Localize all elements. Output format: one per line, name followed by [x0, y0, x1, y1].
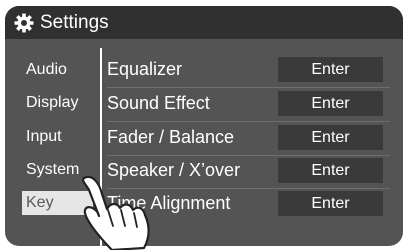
row-divider	[107, 155, 390, 156]
row-divider	[107, 121, 390, 122]
gear-icon	[14, 13, 34, 33]
row-label-fader-balance: Fader / Balance	[107, 127, 235, 147]
row-label-equalizer: Equalizer	[107, 59, 183, 79]
speaker-xover-enter-button[interactable]: Enter	[278, 158, 383, 183]
sidebar-item-label: Input	[26, 128, 62, 145]
sidebar-item-label: Display	[26, 94, 79, 111]
row-divider	[107, 87, 390, 88]
sound-effect-enter-button[interactable]: Enter	[278, 91, 383, 116]
sidebar-item-label: Audio	[26, 61, 67, 78]
time-alignment-enter-button[interactable]: Enter	[278, 191, 383, 216]
sidebar-item-audio[interactable]: Audio	[22, 58, 101, 82]
page-title: Settings	[40, 12, 109, 33]
fader-balance-enter-button[interactable]: Enter	[278, 125, 383, 150]
pointing-hand-icon	[82, 175, 150, 250]
sidebar-item-label: Key	[26, 194, 54, 211]
sidebar-item-display[interactable]: Display	[22, 91, 101, 115]
settings-screen: Settings Audio Display Input System Key …	[5, 6, 403, 246]
equalizer-enter-button[interactable]: Enter	[278, 57, 383, 82]
sidebar-item-input[interactable]: Input	[22, 125, 101, 149]
title-bar: Settings	[5, 6, 403, 39]
row-label-sound-effect: Sound Effect	[107, 93, 210, 113]
